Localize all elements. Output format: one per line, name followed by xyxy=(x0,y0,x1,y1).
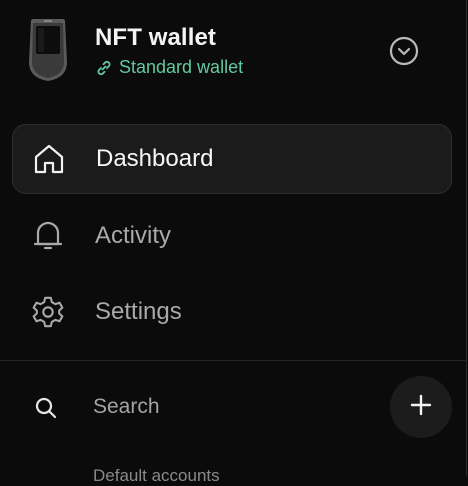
wallet-type-label: Standard wallet xyxy=(119,57,244,77)
nav-label-activity: Activity xyxy=(95,222,172,249)
search-icon xyxy=(33,395,59,421)
section-header-default-accounts: Default accounts xyxy=(93,466,220,485)
nav-label-settings: Settings xyxy=(95,298,182,325)
search-row xyxy=(0,376,466,438)
nav-item-dashboard[interactable]: Dashboard xyxy=(12,124,452,194)
wallet-name: NFT wallet xyxy=(95,24,217,51)
bell-icon xyxy=(31,219,65,253)
search-input[interactable] xyxy=(83,390,383,424)
chevron-down-circle-icon[interactable] xyxy=(389,36,419,66)
gear-icon xyxy=(31,295,65,329)
wallet-header[interactable]: NFT wallet Standard wallet xyxy=(0,0,466,104)
nav-item-settings[interactable]: Settings xyxy=(12,277,452,347)
add-account-button[interactable] xyxy=(390,376,452,438)
link-icon xyxy=(95,59,113,77)
nav-label-dashboard: Dashboard xyxy=(96,145,214,172)
hardware-wallet-icon xyxy=(27,18,69,82)
home-icon xyxy=(32,142,66,176)
nav-item-activity[interactable]: Activity xyxy=(12,201,452,271)
wallet-type: Standard wallet xyxy=(95,57,243,78)
divider xyxy=(0,360,466,361)
sidebar-panel: NFT wallet Standard wallet Dashboard Act… xyxy=(0,0,467,485)
plus-icon xyxy=(409,393,433,422)
